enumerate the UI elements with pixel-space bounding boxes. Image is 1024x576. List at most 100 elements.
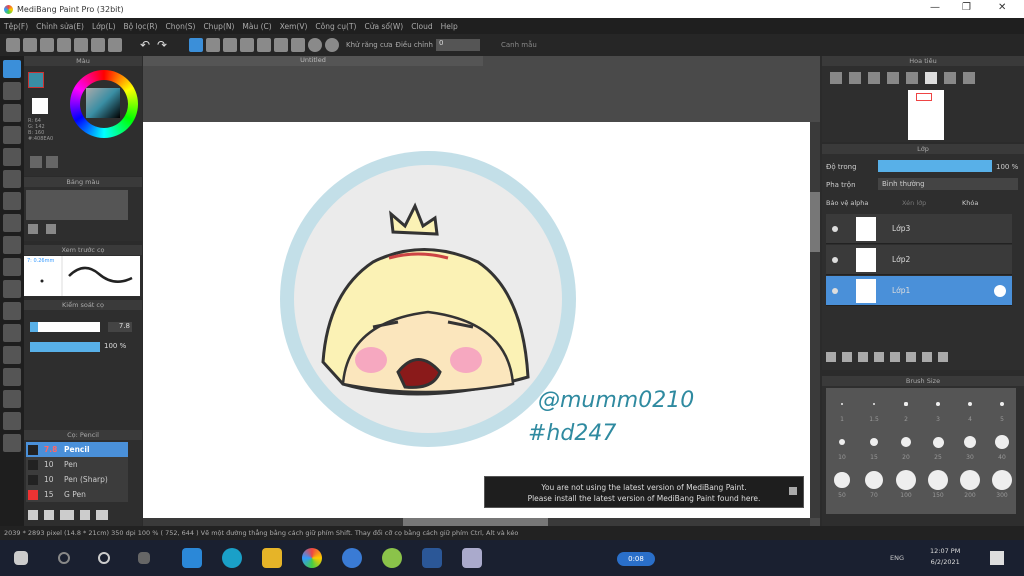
brush-tool-icon[interactable]	[3, 60, 21, 78]
snap-ellipse-icon[interactable]	[308, 38, 322, 52]
divide-tool-icon[interactable]	[3, 368, 21, 386]
add-halftone-layer-icon[interactable]	[842, 352, 852, 362]
recording-timer[interactable]: 0:08	[617, 552, 655, 566]
color-wheel[interactable]	[70, 70, 138, 138]
upload-icon[interactable]	[23, 38, 37, 52]
snap-vanish-icon[interactable]	[240, 38, 254, 52]
magic-wand-tool-icon[interactable]	[3, 280, 21, 298]
notification-icon[interactable]	[990, 551, 1004, 565]
lock-checkbox[interactable]: Khóa	[962, 199, 978, 207]
brush-item[interactable]: 7.8 Pencil	[26, 442, 128, 457]
swap-color-icon[interactable]	[46, 156, 58, 168]
palette-area[interactable]	[26, 190, 128, 220]
chrome-app-icon[interactable]	[342, 548, 362, 568]
brush-size-option[interactable]: 3	[922, 392, 954, 428]
select-eraser-tool-icon[interactable]	[3, 324, 21, 342]
menu-view[interactable]: Xem(V)	[280, 22, 308, 31]
check-tool-icon[interactable]	[3, 126, 21, 144]
menu-filter[interactable]: Bộ lọc(R)	[124, 22, 158, 31]
lasso-tool-icon[interactable]	[3, 258, 21, 276]
brush-size-option[interactable]: 1	[826, 392, 858, 428]
snap-off-icon[interactable]	[189, 38, 203, 52]
brush-size-option[interactable]: 30	[954, 430, 986, 466]
green-app-icon[interactable]	[382, 548, 402, 568]
brush-size-option[interactable]: 40	[986, 430, 1018, 466]
medibang-icon[interactable]	[302, 548, 322, 568]
task-view-icon[interactable]	[138, 552, 150, 564]
brush-size-option[interactable]: 50	[826, 468, 858, 504]
brush-item[interactable]: 10 Pen	[26, 457, 128, 472]
visibility-eye-icon[interactable]	[832, 226, 838, 232]
delete-color-icon[interactable]	[46, 224, 56, 234]
menu-cloud[interactable]: Cloud	[411, 22, 432, 31]
cortana-icon[interactable]	[98, 552, 110, 564]
dot-tool-icon[interactable]	[3, 104, 21, 122]
correction-select[interactable]: 0	[436, 39, 480, 51]
brush-size-slider[interactable]	[30, 322, 100, 332]
blend-mode-select[interactable]: Bình thường	[878, 178, 1018, 190]
clock[interactable]: 12:07 PM 6/2/2021	[930, 546, 960, 568]
menu-edit[interactable]: Chỉnh sửa(E)	[36, 22, 84, 31]
search-icon[interactable]	[58, 552, 70, 564]
snap-curve-icon[interactable]	[291, 38, 305, 52]
share-icon[interactable]	[57, 38, 71, 52]
zoom-in-icon[interactable]	[830, 72, 842, 84]
add-8bit-layer-icon[interactable]	[858, 352, 868, 362]
start-icon[interactable]	[14, 551, 28, 565]
redo-icon[interactable]: ↷	[157, 38, 171, 52]
layer-folder-icon[interactable]	[890, 352, 900, 362]
canvas[interactable]: @mumm0210 #hd247	[143, 122, 810, 518]
menu-tools[interactable]: Công cụ(T)	[315, 22, 356, 31]
merge-down-icon[interactable]	[906, 352, 916, 362]
brush-size-option[interactable]: 150	[922, 468, 954, 504]
text-tool-icon[interactable]	[3, 346, 21, 364]
eraser-tool-icon[interactable]	[3, 82, 21, 100]
visibility-eye-icon[interactable]	[832, 288, 838, 294]
update-notice[interactable]: You are not using the latest version of …	[484, 476, 804, 508]
add-brush-special-icon[interactable]	[60, 510, 74, 520]
brush-size-option[interactable]: 200	[954, 468, 986, 504]
add-brush-icon[interactable]	[44, 510, 54, 520]
brush-size-option[interactable]: 2	[890, 392, 922, 428]
menu-layer[interactable]: Lớp(L)	[92, 22, 116, 31]
snap-radial-icon[interactable]	[257, 38, 271, 52]
document-tab[interactable]: Untitled	[143, 56, 483, 66]
duplicate-brush-icon[interactable]	[80, 510, 90, 520]
menu-window[interactable]: Cửa sổ(W)	[364, 22, 403, 31]
antialias-checkbox[interactable]: Khử răng cưa	[346, 41, 393, 49]
brush-item[interactable]: 10 Pen (Sharp)	[26, 472, 128, 487]
maximize-button[interactable]: ❐	[962, 2, 971, 13]
close-button[interactable]: ✕	[998, 2, 1006, 13]
brush-settings-icon[interactable]	[28, 510, 38, 520]
brush-size-option[interactable]: 15	[858, 430, 890, 466]
flip-icon[interactable]	[963, 72, 975, 84]
folder-icon[interactable]	[96, 510, 108, 520]
rotate-left-icon[interactable]	[906, 72, 918, 84]
menu-file[interactable]: Tệp(F)	[4, 22, 28, 31]
zoom-tool-icon[interactable]	[3, 412, 21, 430]
menu-snap[interactable]: Chụp(N)	[203, 22, 234, 31]
layer-opacity-slider[interactable]	[878, 160, 992, 172]
file-explorer-icon[interactable]	[262, 548, 282, 568]
layer-settings-icon[interactable]	[994, 285, 1006, 297]
color-square[interactable]	[86, 88, 120, 118]
brush-size-option[interactable]: 70	[858, 468, 890, 504]
palette-icon[interactable]	[30, 156, 42, 168]
language-indicator[interactable]: ENG	[890, 554, 904, 562]
reset-rotation-icon[interactable]	[925, 72, 937, 84]
brush-opacity-slider[interactable]	[30, 342, 100, 352]
delete-layer-icon[interactable]	[938, 352, 948, 362]
clipping-checkbox[interactable]: Xén lớp	[902, 199, 926, 207]
cloud-icon[interactable]	[6, 38, 20, 52]
layer-item[interactable]: Lớp1	[826, 276, 1012, 306]
paint-app-icon[interactable]	[462, 548, 482, 568]
snap-cross-icon[interactable]	[223, 38, 237, 52]
snap-parallel-icon[interactable]	[206, 38, 220, 52]
brush-size-option[interactable]: 5	[986, 392, 1018, 428]
layer-item[interactable]: Lớp3	[826, 214, 1012, 244]
select-tool-icon[interactable]	[3, 236, 21, 254]
navigator-thumbnail[interactable]	[908, 90, 944, 140]
brush-size-option[interactable]: 10	[826, 430, 858, 466]
brush-size-option[interactable]: 100	[890, 468, 922, 504]
secondary-color-swatch[interactable]	[32, 98, 48, 114]
